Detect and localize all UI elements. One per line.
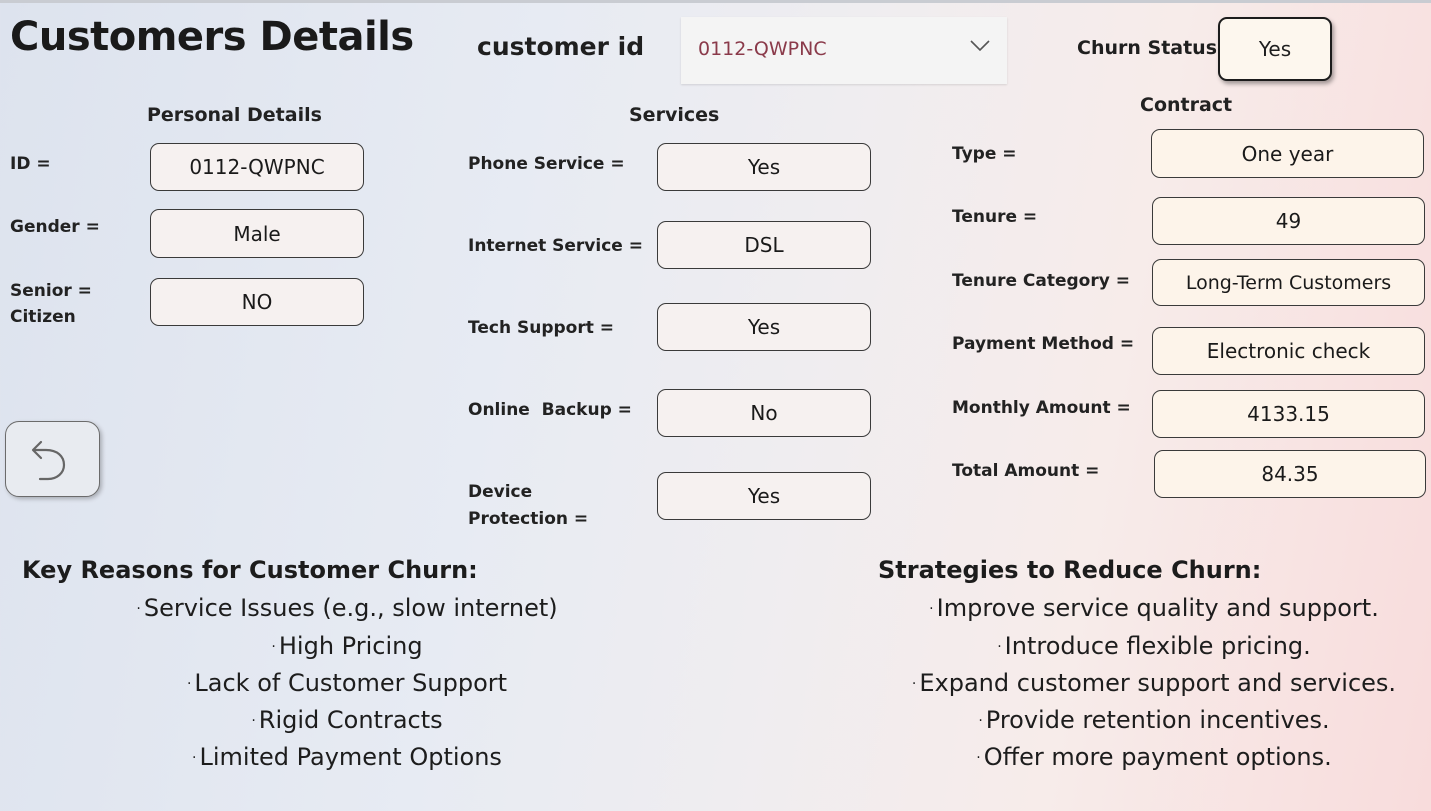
- contract-type-value: One year: [1151, 129, 1424, 178]
- senior-citizen-label-line1: Senior =: [10, 281, 92, 301]
- list-item: · Expand customer support and services.: [911, 669, 1397, 697]
- list-item: · Service Issues (e.g., slow internet): [136, 594, 558, 622]
- tech-support-label: Tech Support =: [468, 318, 615, 338]
- gender-label: Gender =: [10, 217, 100, 237]
- undo-arrow-icon: [31, 440, 66, 481]
- internet-service-value: DSL: [657, 221, 871, 269]
- tenure-category-label: Tenure Category =: [952, 271, 1130, 291]
- tenure-value: 49: [1152, 197, 1425, 245]
- list-item: · Introduce flexible pricing.: [997, 632, 1311, 660]
- customer-id-selected-value: 0112-QWPNC: [698, 38, 827, 60]
- back-button[interactable]: [5, 421, 100, 497]
- list-item: · Improve service quality and support.: [929, 594, 1379, 622]
- tech-support-value: Yes: [657, 303, 871, 351]
- chevron-down-icon[interactable]: [969, 39, 991, 53]
- list-item: · Lack of Customer Support: [186, 669, 508, 697]
- customer-id-label: customer id: [477, 32, 645, 61]
- strategies-heading: Strategies to Reduce Churn:: [878, 556, 1262, 584]
- online-backup-label: Online Backup =: [468, 400, 632, 420]
- services-heading: Services: [629, 104, 720, 126]
- monthly-amount-label: Monthly Amount =: [952, 398, 1131, 418]
- personal-details-heading: Personal Details: [147, 104, 322, 126]
- contract-type-label: Type =: [952, 144, 1017, 164]
- top-border: [0, 0, 1431, 3]
- online-backup-value: No: [657, 389, 871, 437]
- payment-method-label: Payment Method =: [952, 334, 1135, 354]
- tenure-category-value: Long-Term Customers: [1152, 259, 1425, 306]
- id-value: 0112-QWPNC: [150, 143, 364, 191]
- customer-id-dropdown[interactable]: 0112-QWPNC: [681, 17, 1007, 84]
- churn-status-value: Yes: [1218, 17, 1332, 81]
- device-protection-label-line2: Protection =: [468, 509, 589, 529]
- churn-reasons-heading: Key Reasons for Customer Churn:: [22, 556, 478, 584]
- senior-citizen-label-line2: Citizen: [10, 307, 76, 327]
- list-item: · Rigid Contracts: [251, 706, 443, 734]
- phone-service-value: Yes: [657, 143, 871, 191]
- list-item: · Limited Payment Options: [192, 743, 502, 771]
- list-item: · Provide retention incentives.: [978, 706, 1330, 734]
- monthly-amount-value: 4133.15: [1152, 390, 1425, 438]
- total-amount-label: Total Amount =: [952, 461, 1100, 481]
- page-title: Customers Details: [10, 14, 414, 60]
- total-amount-value: 84.35: [1154, 450, 1426, 498]
- list-item: · Offer more payment options.: [976, 743, 1332, 771]
- internet-service-label: Internet Service =: [468, 236, 643, 256]
- gender-value: Male: [150, 209, 364, 258]
- churn-status-label: Churn Status: [1077, 37, 1218, 59]
- list-item: · High Pricing: [271, 632, 423, 660]
- senior-citizen-value: NO: [150, 278, 364, 326]
- contract-heading: Contract: [1140, 94, 1233, 116]
- device-protection-label-line1: Device: [468, 482, 533, 502]
- device-protection-value: Yes: [657, 472, 871, 520]
- id-label: ID =: [10, 154, 51, 174]
- tenure-label: Tenure =: [952, 207, 1038, 227]
- phone-service-label: Phone Service =: [468, 154, 625, 174]
- payment-method-value: Electronic check: [1152, 327, 1425, 375]
